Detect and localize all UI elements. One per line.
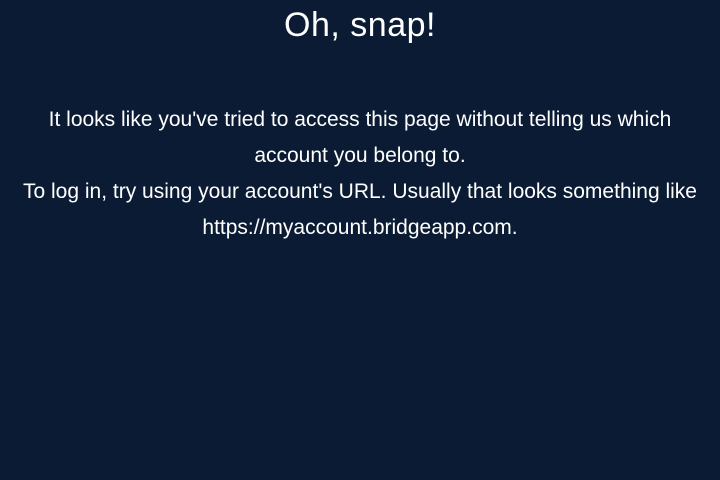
error-page: Oh, snap! It looks like you've tried to … bbox=[0, 0, 720, 480]
error-message-paragraph-1: It looks like you've tried to access thi… bbox=[48, 108, 672, 167]
error-message-paragraph-2: To log in, try using your account's URL.… bbox=[23, 180, 697, 239]
error-message: It looks like you've tried to access thi… bbox=[20, 102, 700, 246]
page-title: Oh, snap! bbox=[284, 6, 436, 44]
